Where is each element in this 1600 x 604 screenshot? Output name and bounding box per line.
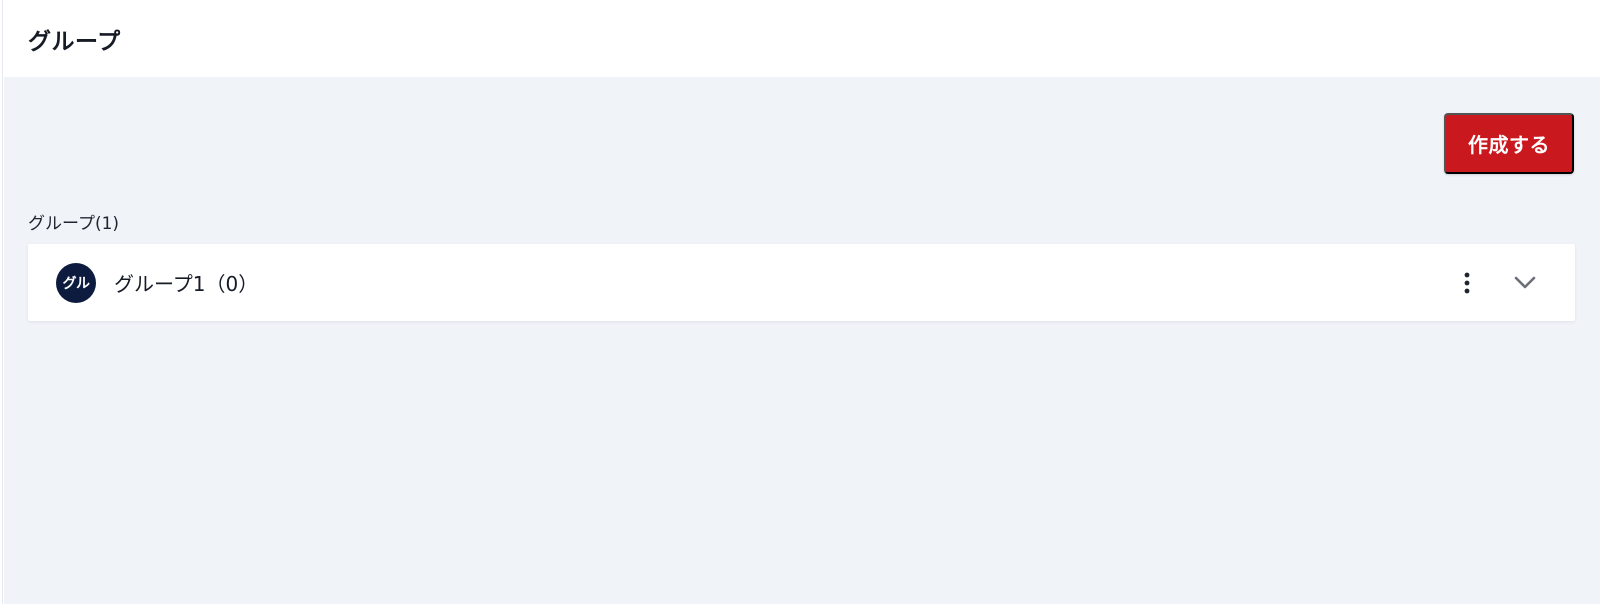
create-button[interactable]: 作成する [1444,113,1574,174]
groups-section-label: グループ(1) [28,214,120,234]
page-header: グループ [4,0,1600,77]
more-options-button[interactable] [1453,263,1481,303]
page-title: グループ [28,28,121,55]
app-root: グループ 作成する グループ(1) グル グループ1（0） [0,0,1600,604]
more-vertical-icon [1464,272,1470,293]
chevron-down-icon [1514,276,1536,288]
group-avatar: グル [56,262,96,303]
group-name: グループ1（0） [114,272,259,296]
group-list-item[interactable]: グル グループ1（0） [28,244,1575,321]
group-card-actions [1453,244,1545,321]
expand-button[interactable] [1505,263,1545,303]
main-content: 作成する グループ(1) グル グループ1（0） [4,77,1600,604]
left-edge-border [0,0,3,604]
